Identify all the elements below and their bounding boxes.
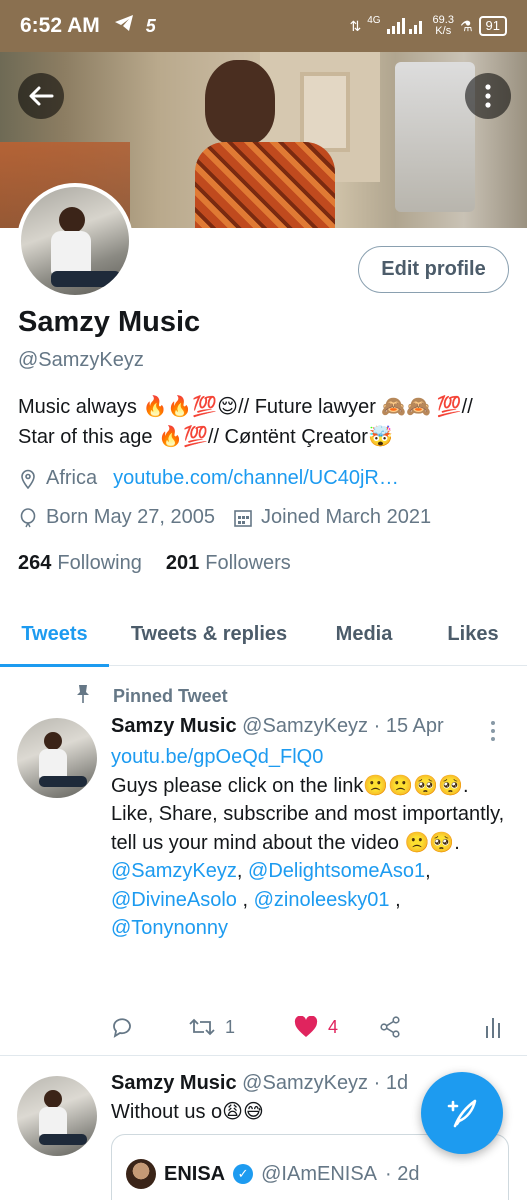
pin-icon: [75, 684, 95, 709]
retweet-button[interactable]: 1: [189, 1016, 294, 1038]
following-link[interactable]: 264 Following: [18, 552, 142, 575]
quoted-avatar: [126, 1159, 156, 1189]
more-vertical-icon: [485, 84, 491, 108]
tweet-author-handle: @SamzyKeyz: [242, 715, 369, 737]
tweet-author-handle: @SamzyKeyz: [242, 1072, 369, 1094]
followers-link[interactable]: 201 Followers: [166, 552, 291, 575]
profile-location: Africa: [46, 467, 98, 489]
tweet-body: youtu.be/gpOeQd_FlQ0 Guys please click o…: [111, 743, 506, 943]
telegram-icon: [114, 14, 134, 38]
tweet-link[interactable]: youtu.be/gpOeQd_FlQ0: [111, 743, 506, 772]
tweet-text-line-2: Like, Share, subscribe and most importan…: [111, 803, 505, 854]
battery-indicator: 91: [478, 16, 507, 36]
tweet-text-line-1: Guys please click on the link🙁🙁🥺🥺.: [111, 774, 469, 797]
status-bar: 6:52 AM 5 ⇅ 4G 69.3 K/s ⚗ 91: [0, 0, 527, 52]
balloon-icon: [18, 507, 38, 528]
like-button[interactable]: 4: [294, 1016, 379, 1038]
location-pin-icon: [18, 469, 38, 489]
data-arrows-icon: ⇅: [349, 17, 362, 34]
share-icon: [380, 1016, 400, 1038]
share-button[interactable]: [379, 1016, 469, 1038]
mention-link[interactable]: @Tonynonny: [111, 917, 228, 939]
profile-stats: 264 Following 201 Followers: [18, 552, 291, 575]
back-arrow-icon: [29, 86, 54, 106]
tab-media[interactable]: Media: [309, 602, 419, 666]
profile-name: Samzy Music: [18, 306, 201, 338]
signal-icon: [386, 16, 427, 37]
tweet-time: · 15 Apr: [373, 715, 444, 737]
tweet-actions: 1 4: [111, 1012, 501, 1042]
tweet-avatar[interactable]: [17, 1076, 97, 1156]
heart-icon: [294, 1016, 318, 1037]
analytics-button[interactable]: [485, 1016, 501, 1038]
profile-meta-row-1: Africa youtube.com/channel/UC40jR…: [18, 467, 399, 490]
tweet-header: Samzy Music @SamzyKeyz · 1d: [111, 1072, 408, 1095]
tab-tweets-replies[interactable]: Tweets & replies: [109, 602, 309, 666]
profile-birthday: Born May 27, 2005: [46, 506, 215, 528]
quoted-author-name: ENISA: [164, 1162, 226, 1185]
tweet-author-name[interactable]: Samzy Music: [111, 715, 237, 737]
app-notification-icon: 5: [145, 15, 156, 36]
mention-link[interactable]: @SamzyKeyz: [111, 860, 237, 882]
status-time: 6:52 AM: [20, 14, 100, 37]
profile-tabs: Tweets Tweets & replies Media Likes: [0, 602, 527, 667]
tab-likes[interactable]: Likes: [419, 602, 527, 666]
edit-profile-button[interactable]: Edit profile: [358, 246, 509, 293]
back-button[interactable]: [18, 73, 64, 119]
verified-badge-icon: ✓: [233, 1164, 254, 1184]
flask-icon: ⚗: [459, 17, 473, 34]
profile-bio: Music always 🔥🔥💯😌// Future lawyer 🙈🙈 💯//…: [18, 396, 473, 448]
profile-website-link[interactable]: youtube.com/channel/UC40jR…: [113, 467, 399, 490]
profile-avatar[interactable]: [17, 183, 133, 299]
profile-joined: Joined March 2021: [261, 506, 432, 528]
network-type: 4G: [367, 15, 381, 26]
tweet-header: Samzy Music @SamzyKeyz · 15 Apr: [111, 715, 444, 738]
tab-tweets[interactable]: Tweets: [0, 602, 109, 667]
tweet-menu-icon[interactable]: [490, 720, 506, 742]
profile-handle: @SamzyKeyz: [18, 349, 144, 371]
pinned-indicator: Pinned Tweet: [75, 684, 228, 709]
mention-link[interactable]: @DelightsomeAso1: [248, 860, 425, 882]
network-speed: 69.3 K/s: [432, 14, 454, 37]
tweet-divider: [0, 1055, 527, 1056]
calendar-icon: [233, 508, 253, 528]
profile-meta-row-2: Born May 27, 2005 Joined March 2021: [18, 506, 431, 529]
analytics-icon: [486, 1018, 500, 1038]
mention-link[interactable]: @DivineAsolo: [111, 889, 237, 911]
more-options-button[interactable]: [465, 73, 511, 119]
quoted-author-handle: @IAmENISA: [261, 1162, 378, 1185]
compose-tweet-button[interactable]: [421, 1072, 503, 1154]
reply-icon: [113, 1018, 131, 1038]
quoted-time: · 2d: [385, 1162, 420, 1185]
retweet-icon: [189, 1018, 215, 1036]
tweet-author-name[interactable]: Samzy Music: [111, 1072, 237, 1094]
tweet-time: · 1d: [373, 1072, 409, 1094]
tweet-avatar[interactable]: [17, 718, 97, 798]
mention-link[interactable]: @zinoleesky01: [254, 889, 390, 911]
compose-feather-icon: [447, 1099, 477, 1128]
reply-button[interactable]: [111, 1016, 189, 1038]
